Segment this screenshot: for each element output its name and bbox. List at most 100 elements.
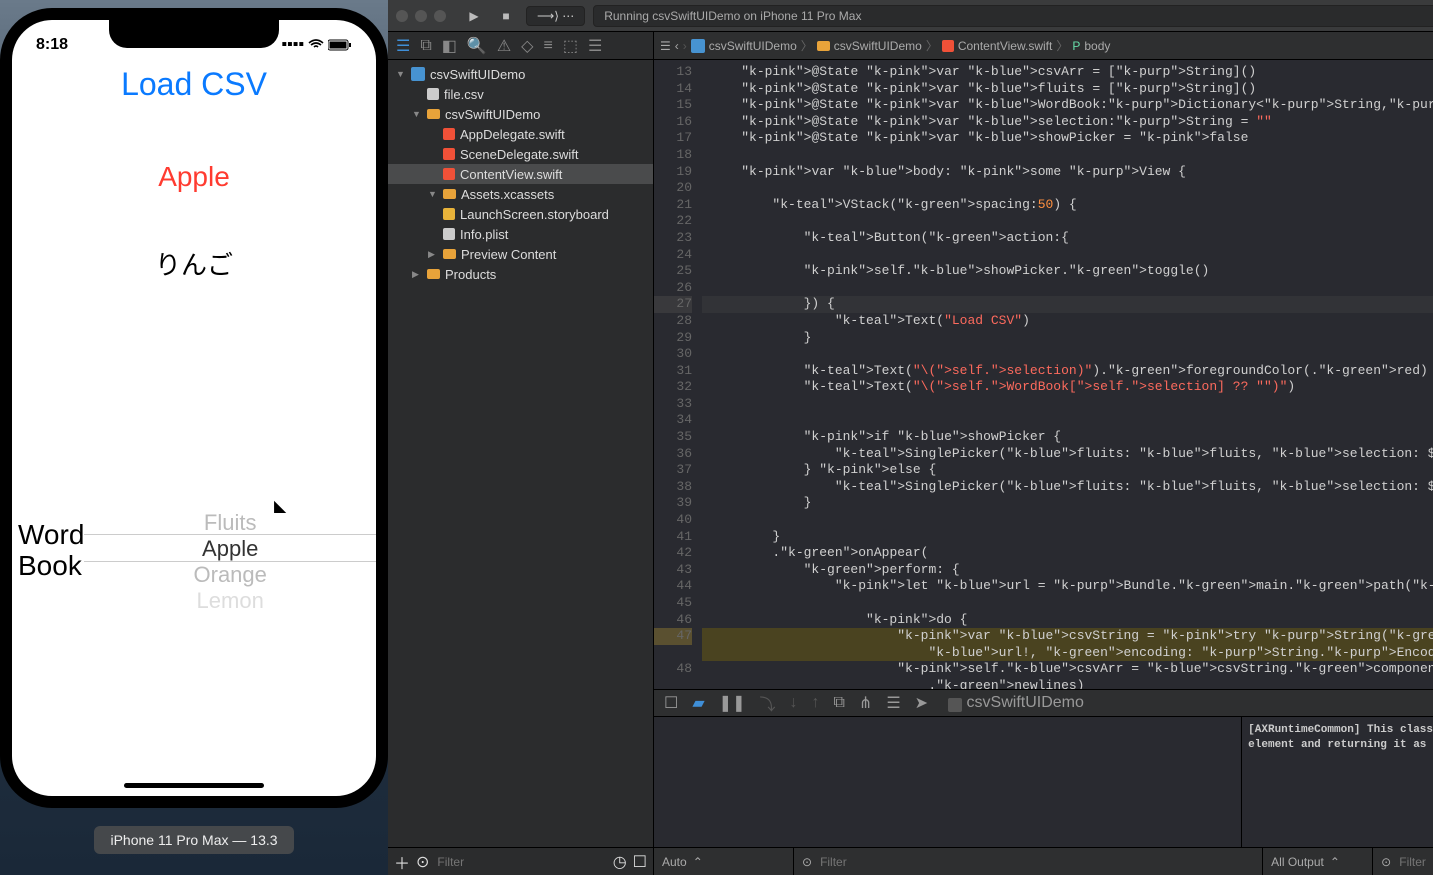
project-navigator-tab-icon[interactable]: ☰ [396,36,410,56]
navigator-tabs: ☰ ⧉ ◧ 🔍 ⚠ ◇ ≡ ⬚ ☰ [388,32,653,60]
environment-icon[interactable]: ☰ [886,693,900,713]
filter-icon: ⊙ [416,852,429,872]
filter-icon: ⊙ [1381,855,1391,869]
breakpoints-toggle-icon[interactable]: ▰ [692,693,704,713]
tree-item[interactable]: AppDelegate.swift [388,124,653,144]
load-csv-button[interactable]: Load CSV [12,66,376,103]
status-icons: ▪▪▪▪ [281,36,352,54]
step-into-icon[interactable]: ↓ [789,694,797,712]
variables-filter-input[interactable] [818,854,1254,870]
breakpoint-tab-icon[interactable]: ⬚ [563,36,578,56]
code-content[interactable]: "k-pink">@State "k-pink">var "k-blue">cs… [702,60,1433,689]
window-controls [396,10,446,22]
back-button[interactable]: ‹ [675,39,679,53]
navigator-filter-input[interactable] [435,854,606,870]
breadcrumb-project[interactable]: csvSwiftUIDemo [709,39,797,53]
picker-item[interactable]: Lemon [84,588,376,614]
file-tree: ▼ csvSwiftUIDemofile.csv▼csvSwiftUIDemoA… [388,60,653,847]
tree-item[interactable]: Info.plist [388,224,653,244]
picker-item[interactable]: Apple [84,536,376,562]
property-icon: P [1072,39,1080,53]
tree-item[interactable]: SceneDelegate.swift [388,144,653,164]
source-control-tab-icon[interactable]: ⧉ [420,37,431,55]
find-tab-icon[interactable]: 🔍 [467,36,487,56]
xcode-window: ▶ ■ ⟶⟩ ⋯ Running csvSwiftUIDemo on iPhon… [388,0,1433,875]
navigator-bottom-bar: ＋ ⊙ ◷ ☐ [388,847,653,875]
folder-icon [817,41,830,51]
console-pane[interactable]: [AXRuntimeCommon] This class 'SwiftUI.Ac… [1242,717,1433,847]
breadcrumb[interactable]: csvSwiftUIDemo〉 csvSwiftUIDemo〉 ContentV… [691,37,1111,54]
tree-item[interactable]: ▶Products [388,264,653,284]
app-content: Load CSV Apple りんご [12,66,376,282]
tree-item[interactable]: ▼csvSwiftUIDemo [388,104,653,124]
project-icon [691,39,705,53]
code-editor[interactable]: 1314151617181920212223242526272829303132… [654,60,1433,689]
swift-file-icon [942,40,954,52]
debug-area: [AXRuntimeCommon] This class 'SwiftUI.Ac… [654,717,1433,847]
memory-graph-icon[interactable]: ⋔ [859,693,872,713]
line-gutter: 1314151617181920212223242526272829303132… [654,60,702,689]
recent-filter-icon[interactable]: ◷ [613,852,627,872]
breadcrumb-symbol[interactable]: body [1084,39,1110,53]
status-time: 8:18 [36,36,68,54]
breadcrumb-folder[interactable]: csvSwiftUIDemo [834,39,922,53]
app-icon [948,698,962,712]
tree-item[interactable]: ▼Assets.xcassets [388,184,653,204]
stop-button[interactable]: ■ [494,6,518,26]
debug-bottom-bars: Auto⌃ ⊙ All Output⌃ ⊙ 🗑 ◫ ⊟ [654,847,1433,875]
zoom-window-button[interactable] [434,10,446,22]
location-icon[interactable]: ➤ [915,693,928,713]
scm-filter-icon[interactable]: ☐ [633,852,647,872]
debug-target[interactable]: csvSwiftUIDemo [948,694,1084,712]
tree-project-root[interactable]: ▼ csvSwiftUIDemo [388,64,653,84]
variables-pane[interactable] [654,717,1242,847]
close-window-button[interactable] [396,10,408,22]
step-over-icon[interactable]: ⤵ [759,691,775,715]
pause-button[interactable]: ❚❚ [719,693,746,713]
selected-fruit-text: Apple [12,161,376,193]
activity-status-text: Running csvSwiftUIDemo on iPhone 11 Pro … [604,9,861,23]
tree-item[interactable]: ▶Preview Content [388,244,653,264]
variables-scope-selector[interactable]: Auto⌃ [654,848,794,875]
jump-bar: ☰ ‹ › csvSwiftUIDemo〉 csvSwiftUIDemo〉 Co… [654,32,1433,60]
picker-item[interactable]: Orange [84,562,376,588]
translation-text: りんご [12,245,376,282]
add-button[interactable]: ＋ [394,850,410,874]
iphone-screen: 8:18 ▪▪▪▪ Load CSV Apple りんご WordBook Fl… [12,20,376,796]
symbol-tab-icon[interactable]: ◧ [442,36,457,56]
editor-column: ☰ ‹ › csvSwiftUIDemo〉 csvSwiftUIDemo〉 Co… [654,32,1433,875]
notch [109,20,279,48]
debug-tab-icon[interactable]: ≡ [543,37,552,55]
tree-item[interactable]: file.csv [388,84,653,104]
picker-item[interactable]: Fluits [84,510,376,536]
forward-button[interactable]: › [683,39,687,53]
scheme-selector[interactable]: ⟶⟩ ⋯ [526,6,585,26]
picker-label: WordBook [12,520,84,582]
report-tab-icon[interactable]: ☰ [588,36,602,56]
output-selector[interactable]: All Output⌃ [1263,848,1373,875]
breadcrumb-file[interactable]: ContentView.swift [958,39,1053,53]
filter-icon: ⊙ [802,855,812,869]
test-tab-icon[interactable]: ◇ [521,36,533,56]
picker-wheel[interactable]: Fluits Apple Orange Lemon Strawberry [84,486,376,616]
mouse-cursor-icon: ◣ [274,496,286,516]
wifi-icon [308,39,324,51]
picker: WordBook Fluits Apple Orange Lemon Straw… [12,486,376,616]
picker-item[interactable]: Strawberry [84,614,376,616]
tree-item[interactable]: ContentView.swift [388,164,653,184]
home-indicator[interactable] [124,783,264,788]
activity-viewer: Running csvSwiftUIDemo on iPhone 11 Pro … [593,5,1433,27]
tree-item[interactable]: LaunchScreen.storyboard [388,204,653,224]
run-button[interactable]: ▶ [462,6,486,26]
minimize-window-button[interactable] [415,10,427,22]
step-out-icon[interactable]: ↑ [811,694,819,712]
console-filter-input[interactable] [1397,854,1433,870]
debug-target-label: csvSwiftUIDemo [967,694,1084,711]
debug-bar: ☐ ▰ ❚❚ ⤵ ↓ ↑ ⧉ ⋔ ☰ ➤ csvSwiftUIDemo [654,689,1433,717]
related-items-icon[interactable]: ☰ [660,39,671,53]
simulator-device-label: iPhone 11 Pro Max — 13.3 [94,826,293,854]
issue-tab-icon[interactable]: ⚠ [497,36,511,56]
hide-debug-icon[interactable]: ☐ [664,693,678,713]
iphone-device-frame: 8:18 ▪▪▪▪ Load CSV Apple りんご WordBook Fl… [0,8,388,808]
view-debug-icon[interactable]: ⧉ [833,694,844,712]
